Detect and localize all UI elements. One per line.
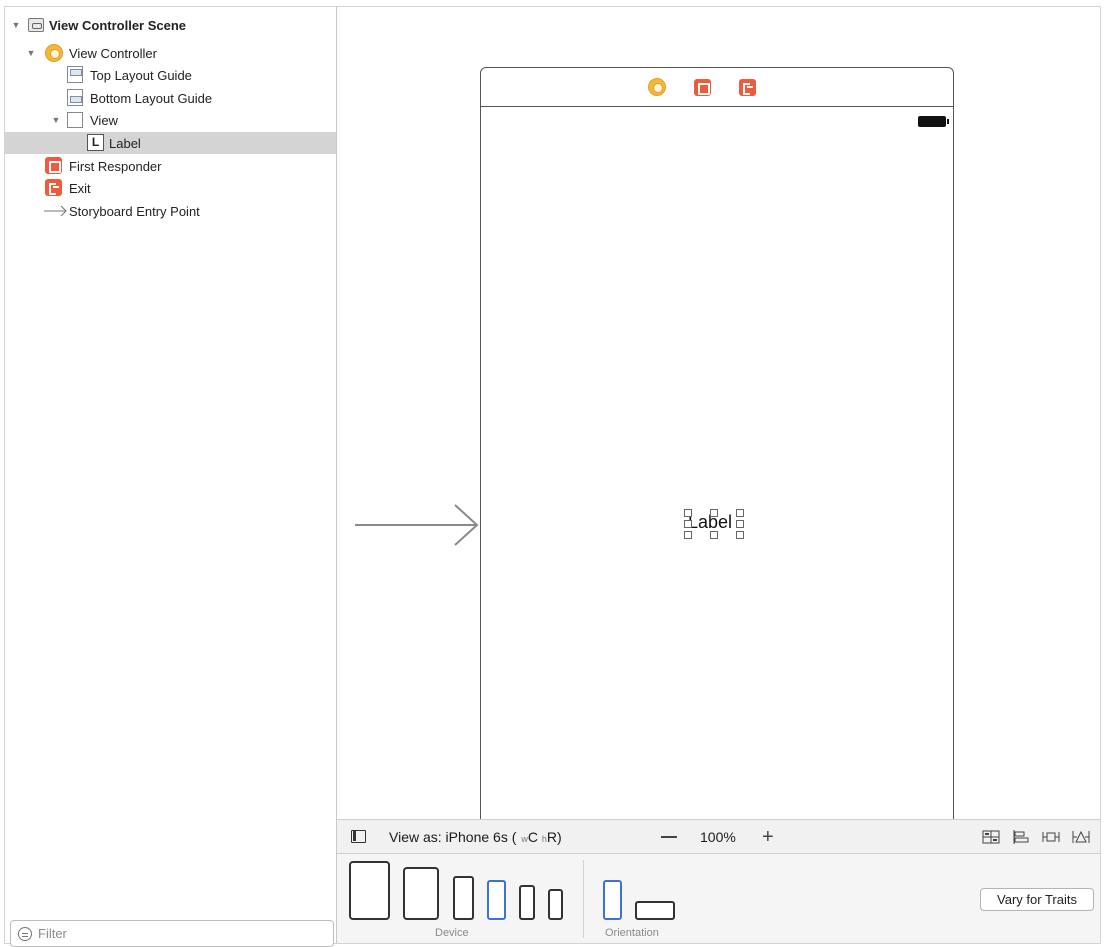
- first-responder-icon[interactable]: [694, 78, 711, 96]
- filter-input[interactable]: [38, 926, 328, 941]
- iphone-4s-device-icon[interactable]: [548, 889, 563, 920]
- outline-label-exit: Exit: [69, 180, 91, 196]
- layout-guide-icon: [67, 89, 83, 106]
- first-responder-icon: [45, 157, 62, 174]
- resize-handle[interactable]: [736, 531, 744, 539]
- filter-icon[interactable]: [18, 926, 32, 941]
- zoom-level: 100%: [700, 829, 736, 845]
- resize-handle[interactable]: [684, 520, 692, 528]
- device-caption: Device: [435, 927, 469, 939]
- zoom-out-icon[interactable]: [661, 836, 677, 838]
- outline-row-exit[interactable]: Exit: [5, 177, 336, 199]
- scene-icon: [28, 18, 44, 32]
- size-class-indicator: wC hR): [521, 829, 562, 845]
- outline-label-scene: View Controller Scene: [49, 17, 187, 33]
- outline-row-label[interactable]: L Label: [5, 132, 336, 154]
- vary-for-traits-button[interactable]: Vary for Traits: [980, 888, 1094, 911]
- label-element[interactable]: Label: [684, 509, 744, 539]
- device-configuration-panel: Device Orientation Vary for Traits: [337, 854, 1101, 944]
- document-outline: ▼ View Controller Scene ▼ View Controlle…: [4, 6, 337, 947]
- resize-handle[interactable]: [684, 509, 692, 517]
- view-controller-scene[interactable]: Label: [480, 67, 954, 819]
- view-as-label: View as: iPhone 6s (: [389, 829, 517, 845]
- xcode-interface-builder: ▼ View Controller Scene ▼ View Controlle…: [0, 0, 1105, 947]
- exit-icon: [45, 179, 62, 196]
- disclosure-triangle-icon[interactable]: ▼: [26, 48, 36, 58]
- outline-row-view[interactable]: ▼ View: [5, 109, 336, 131]
- outline-label-top-layout-guide: Top Layout Guide: [90, 67, 192, 83]
- entry-arrow-icon: [44, 205, 68, 217]
- outline-label-view-controller: View Controller: [69, 45, 157, 61]
- canvas-toolbar: View as: iPhone 6s (wC hR) 100% +: [337, 819, 1101, 854]
- outline-row-entry-point[interactable]: Storyboard Entry Point: [5, 200, 336, 222]
- embed-in-stack-icon[interactable]: [982, 829, 1000, 845]
- align-icon[interactable]: [1012, 829, 1030, 845]
- ipad-pro-device-icon[interactable]: [349, 861, 390, 920]
- storyboard-entry-arrow-icon[interactable]: [355, 503, 481, 552]
- iphone-6s-device-icon[interactable]: [487, 880, 506, 920]
- portrait-orientation-icon[interactable]: [603, 880, 622, 920]
- outline-label-bottom-layout-guide: Bottom Layout Guide: [90, 90, 213, 106]
- ipad-device-icon[interactable]: [403, 867, 439, 920]
- view-controller-icon: [45, 44, 63, 62]
- iphone-5s-device-icon[interactable]: [519, 885, 535, 920]
- view-as-button[interactable]: View as: iPhone 6s (wC hR): [389, 829, 562, 845]
- resize-handle[interactable]: [736, 509, 744, 517]
- disclosure-triangle-icon[interactable]: ▼: [11, 20, 21, 30]
- outline-row-bottom-layout-guide[interactable]: Bottom Layout Guide: [5, 87, 336, 109]
- autolayout-toolbar: [982, 829, 1090, 845]
- filter-field[interactable]: [10, 920, 334, 947]
- layout-guide-icon: [67, 66, 83, 83]
- outline-label-first-responder: First Responder: [69, 158, 162, 174]
- exit-icon[interactable]: [739, 78, 756, 96]
- battery-icon: [918, 116, 949, 127]
- orientation-caption: Orientation: [605, 927, 659, 939]
- resize-handle[interactable]: [684, 531, 692, 539]
- outline-row-scene[interactable]: ▼ View Controller Scene: [5, 14, 336, 36]
- resolve-issues-icon[interactable]: [1072, 829, 1090, 845]
- iphone-6s-plus-device-icon[interactable]: [453, 876, 474, 920]
- scene-dock: [481, 68, 953, 107]
- storyboard-canvas[interactable]: Label: [337, 6, 1101, 819]
- disclosure-triangle-icon[interactable]: ▼: [51, 115, 61, 125]
- resize-handle[interactable]: [710, 531, 718, 539]
- label-icon: L: [87, 134, 104, 151]
- outline-label-label: Label: [109, 135, 141, 151]
- outline-label-view: View: [90, 112, 118, 128]
- outline-label-entry-point: Storyboard Entry Point: [69, 203, 200, 219]
- outline-row-top-layout-guide[interactable]: Top Layout Guide: [5, 64, 336, 86]
- resize-handle[interactable]: [736, 520, 744, 528]
- view-controller-icon[interactable]: [648, 78, 666, 96]
- pin-icon[interactable]: [1042, 829, 1060, 845]
- landscape-orientation-icon[interactable]: [635, 901, 675, 920]
- toggle-outline-icon[interactable]: [351, 830, 366, 843]
- view-icon: [67, 112, 83, 128]
- resize-handle[interactable]: [710, 509, 718, 517]
- zoom-in-icon[interactable]: +: [762, 827, 774, 847]
- panel-divider: [583, 860, 584, 938]
- outline-row-view-controller[interactable]: ▼ View Controller: [5, 42, 336, 64]
- outline-row-first-responder[interactable]: First Responder: [5, 155, 336, 177]
